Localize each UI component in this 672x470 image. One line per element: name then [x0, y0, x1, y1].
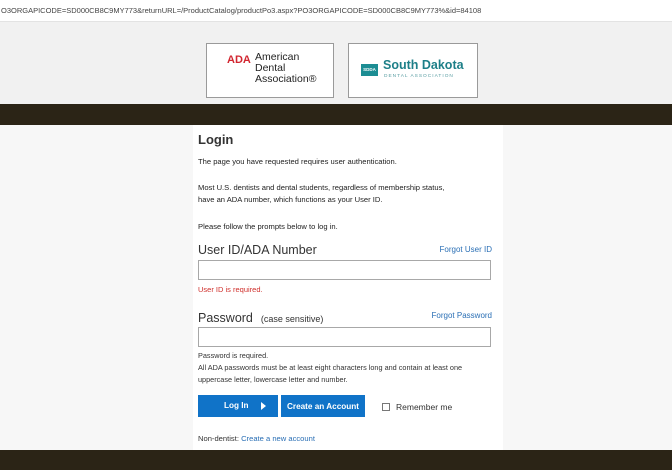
sdda-icon: SDDA: [361, 64, 378, 76]
page-title: Login: [198, 132, 234, 147]
password-error: Password is required.: [198, 351, 269, 360]
main-area: Login The page you have requested requir…: [0, 125, 672, 450]
ada-logo-mark: ADA: [227, 54, 251, 66]
password-rules-line-1: All ADA passwords must be at least eight…: [198, 363, 463, 372]
create-account-button[interactable]: Create an Account: [281, 395, 365, 417]
ada-logo-line3: Association®: [255, 73, 317, 85]
ada-logo-text: American Dental Association®: [255, 52, 316, 85]
password-rules-line-2: uppercase letter, lowercase letter and n…: [198, 375, 348, 384]
non-dentist-line: Non-dentist: Create a new account: [198, 434, 315, 443]
password-label-group: Password (case sensitive): [198, 311, 323, 325]
log-in-button[interactable]: Log In: [198, 395, 278, 417]
password-label: Password: [198, 311, 253, 325]
nav-bar: [0, 104, 672, 125]
user-id-error: User ID is required.: [198, 285, 263, 294]
remember-me-checkbox[interactable]: [382, 403, 390, 411]
sdda-logo-subtitle: DENTAL ASSOCIATION: [384, 74, 454, 79]
sdda-logo[interactable]: SDDA South Dakota DENTAL ASSOCIATION: [348, 43, 478, 98]
password-input[interactable]: [198, 327, 491, 347]
auth-notice: The page you have requested requires use…: [198, 157, 397, 166]
site-header: ADA American Dental Association® SDDA So…: [0, 22, 672, 104]
info-line-2: have an ADA number, which functions as y…: [198, 195, 383, 204]
forgot-user-id-link[interactable]: Forgot User ID: [440, 245, 492, 254]
info-line-1: Most U.S. dentists and dental students, …: [198, 183, 445, 192]
create-new-account-link[interactable]: Create a new account: [241, 434, 315, 443]
forgot-password-link[interactable]: Forgot Password: [432, 311, 492, 320]
arrow-right-icon: [261, 402, 266, 410]
footer-bar: [0, 450, 672, 470]
login-prompt: Please follow the prompts below to log i…: [198, 222, 338, 231]
log-in-label: Log In: [224, 401, 249, 410]
sdda-logo-name: South Dakota: [383, 58, 464, 72]
user-id-label: User ID/ADA Number: [198, 243, 317, 257]
address-bar-url[interactable]: O3ORGAPICODE=SD000CB8C9MY773&returnURL=/…: [0, 0, 672, 22]
non-dentist-prefix: Non-dentist:: [198, 434, 239, 443]
login-panel: Login The page you have requested requir…: [193, 125, 503, 450]
ada-logo[interactable]: ADA American Dental Association®: [206, 43, 334, 98]
password-hint: (case sensitive): [260, 314, 324, 324]
remember-me-label[interactable]: Remember me: [396, 402, 452, 412]
user-id-input[interactable]: [198, 260, 491, 280]
